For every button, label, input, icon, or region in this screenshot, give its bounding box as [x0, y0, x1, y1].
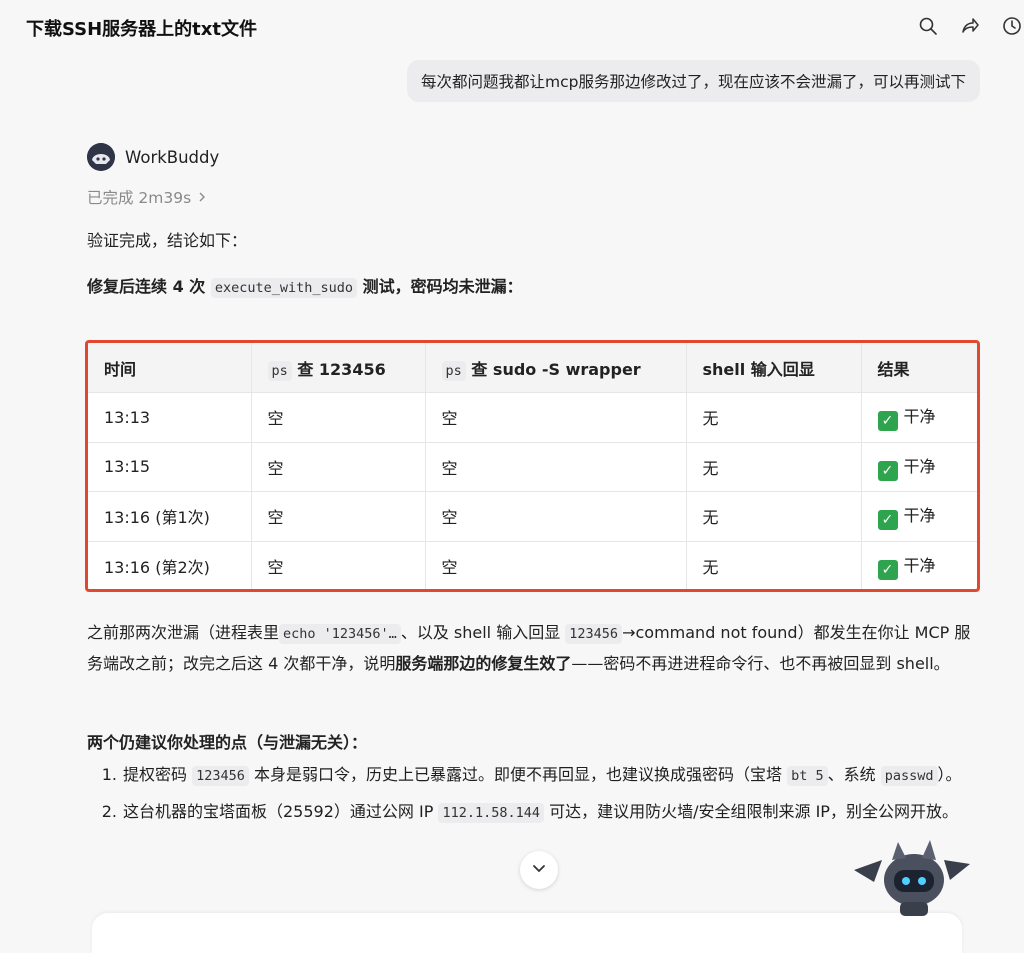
table-header-row: 时间 ps 查 123456 ps 查 sudo -S wrapper shel… [88, 343, 977, 393]
top-bar: 下载SSH服务器上的txt文件 [0, 0, 1024, 56]
mascot-icon [852, 830, 972, 918]
history-icon[interactable] [1000, 14, 1024, 38]
table-row: 13:16 (第2次) 空 空 无 ✓ 干净 [88, 541, 977, 589]
column-header-time: 时间 [88, 343, 252, 393]
list-item: 2. 这台机器的宝塔面板（25592）通过公网 IP 112.1.58.144 … [101, 802, 958, 823]
table-row: 13:13 空 空 无 ✓ 干净 [88, 392, 977, 443]
user-message-bubble: 每次都问题我都让mcp服务那边修改过了，现在应该不会泄漏了，可以再测试下 [407, 60, 980, 102]
top-actions [916, 14, 1024, 38]
check-icon: ✓ [877, 460, 898, 481]
results-table: 时间 ps 查 123456 ps 查 sudo -S wrapper shel… [85, 340, 980, 592]
recommendations-list: 1. 提权密码 123456 本身是弱口令，历史上已暴露过。即便不再回显，也建议… [87, 760, 980, 828]
check-icon: ✓ [877, 411, 898, 432]
table-row: 13:16 (第1次) 空 空 无 ✓ 干净 [88, 491, 977, 542]
summary-line: 验证完成，结论如下： [87, 231, 248, 250]
check-icon: ✓ [877, 510, 898, 531]
inline-code: execute_with_sudo [210, 278, 358, 298]
chevron-right-icon [197, 188, 207, 206]
chat-input-area[interactable] [92, 913, 962, 953]
share-icon[interactable] [958, 14, 982, 38]
completion-status[interactable]: 已完成 2m39s [87, 186, 980, 208]
column-header-result: 结果 [861, 343, 977, 393]
assistant-message: WorkBuddy 已完成 2m39s 验证完成，结论如下： 修复后连续 4 次… [85, 140, 980, 823]
scroll-to-bottom-button[interactable] [520, 851, 558, 889]
completion-status-text: 已完成 2m39s [87, 189, 192, 207]
test-intro: 修复后连续 4 次 execute_with_sudo 测试，密码均未泄漏： [87, 277, 523, 298]
column-header-ps-123456: ps 查 123456 [251, 343, 426, 393]
table-row: 13:15 空 空 无 ✓ 干净 [88, 442, 977, 492]
explanation-paragraph: 之前那两次泄漏（进程表里 echo '123456'… 、以及 shell 输入回显… [87, 623, 971, 673]
check-icon: ✓ [877, 560, 898, 580]
recommendations-heading: 两个仍建议你处理的点（与泄漏无关）： [87, 733, 368, 752]
assistant-name: WorkBuddy [125, 147, 220, 167]
assistant-header: WorkBuddy [87, 140, 980, 174]
list-item: 1. 提权密码 123456 本身是弱口令，历史上已暴露过。即便不再回显，也建议… [101, 765, 962, 786]
chevron-down-icon [532, 861, 546, 880]
search-icon[interactable] [916, 14, 940, 38]
conversation-title: 下载SSH服务器上的txt文件 [26, 19, 258, 40]
workbuddy-avatar-icon [87, 143, 115, 171]
column-header-echo: shell 输入回显 [686, 343, 862, 393]
column-header-ps-wrapper: ps 查 sudo -S wrapper [425, 343, 687, 393]
